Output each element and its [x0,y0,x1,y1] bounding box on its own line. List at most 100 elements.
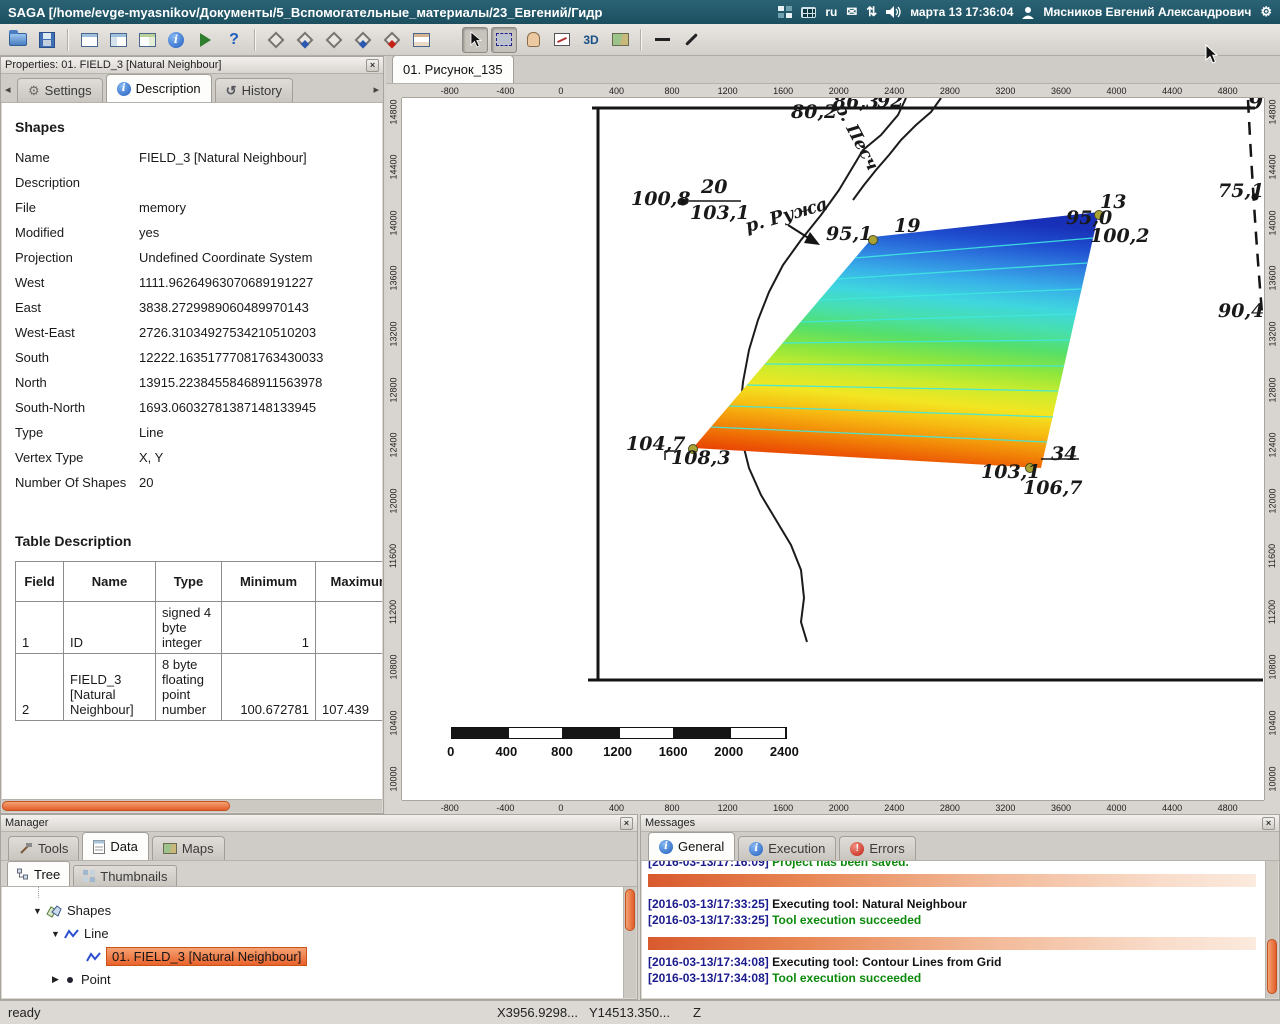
pan-tool-button[interactable] [520,27,546,53]
action-select-button[interactable] [292,27,318,53]
print-map-button[interactable] [607,27,633,53]
status-x-coordinate: X3956.9298... [497,1005,578,1020]
properties-horizontal-scrollbar[interactable] [2,799,382,812]
property-label: North [15,374,139,391]
tab-general[interactable]: i General [648,832,735,860]
map-document-tab[interactable]: 01. Рисунок_135 [392,55,514,83]
ruler-label: 2000 [811,801,867,814]
action-move-button[interactable] [263,27,289,53]
user-icon[interactable] [1022,6,1034,19]
close-icon[interactable]: × [620,817,633,830]
map-label: 108,3 [671,447,731,469]
close-icon[interactable]: × [1262,817,1275,830]
tab-scroll-right-icon[interactable]: ▸ [373,83,379,96]
tab-scroll-left-icon[interactable]: ◂ [5,83,11,96]
info-icon: i [168,32,184,48]
extent-icon [554,33,570,46]
execute-tool-button[interactable] [192,27,218,53]
show-object-properties-button[interactable] [105,27,131,53]
map-area: -800-40004008001200160020002400280032003… [386,84,1280,814]
tab-errors[interactable]: ! Errors [839,836,915,860]
ruler-label: 0 [533,801,589,814]
clock[interactable]: марта 13 17:36:04 [910,5,1013,19]
workspace-switcher-icon[interactable] [778,6,792,18]
zoom-rectangle-icon [496,33,512,46]
scalebar-label: 2000 [701,744,757,759]
ruler-label: 3200 [978,801,1034,814]
property-value: 12222.16351777081763430033 [139,349,382,366]
save-button[interactable] [34,27,60,53]
manager-tabbar: Tools Data Maps [1,832,637,861]
tab-data[interactable]: Data [82,832,148,860]
tab-history[interactable]: ↺ History [215,78,293,102]
tree-item-shapes[interactable]: ▼ Shapes [2,899,623,922]
close-icon[interactable]: × [366,59,379,72]
tab-settings[interactable]: ⚙ Settings [17,78,103,102]
gear-icon[interactable]: ⚙ [1260,4,1272,20]
toolbar-separator [640,29,642,51]
property-label: South-North [15,399,139,416]
selected-layer-label[interactable]: 01. FIELD_3 [Natural Neighbour] [106,947,307,966]
action-info-button[interactable] [321,27,347,53]
subtab-thumbnails[interactable]: Thumbnails [73,865,177,886]
tab-execution[interactable]: i Execution [738,836,836,860]
digitize-button[interactable] [678,27,704,53]
network-updown-icon[interactable]: ⇅ [866,4,877,20]
tab-description[interactable]: i Description [106,74,212,102]
tab-maps[interactable]: Maps [152,836,225,860]
property-label: Projection [15,249,139,266]
scalebar-label: 2400 [757,744,813,759]
ruler-label: 2800 [922,801,978,814]
messages-vertical-scrollbar[interactable] [1265,861,1278,998]
scrollbar-thumb[interactable] [1267,939,1277,994]
manager-panel-title: Manager [5,817,48,829]
expander-icon[interactable]: ▶ [50,974,61,985]
map-canvas[interactable]: 80,2 86,3 92 9 100,8 20 103,1 95,1 19 13… [402,98,1264,800]
manager-vertical-scrollbar[interactable] [623,887,636,998]
volume-icon[interactable] [886,6,901,18]
ruler-label: -400 [478,84,534,97]
session-user-name[interactable]: Мясников Евгений Александрович [1043,5,1251,19]
scrollbar-thumb[interactable] [625,889,635,931]
pointer-tool-button[interactable] [462,27,488,53]
measure-line-button[interactable] [649,27,675,53]
ruler-label: 10800 [389,655,399,680]
expander-icon[interactable]: ▼ [50,929,61,939]
scrollbar-thumb[interactable] [2,801,230,811]
zoom-extent-button[interactable] [549,27,575,53]
properties-window-icon [110,33,127,47]
show-manager-button[interactable] [76,27,102,53]
ruler-label: 400 [589,801,645,814]
copy-button[interactable] [379,27,405,53]
ruler-label: 12800 [1268,377,1278,402]
zoom-tool-button[interactable] [491,27,517,53]
expander-icon[interactable]: ▼ [32,906,43,916]
ruler-label: 4400 [1144,84,1200,97]
ruler-label: -400 [478,801,534,814]
action-measure-button[interactable] [350,27,376,53]
tree-item-point[interactable]: ▶ Point [2,968,623,991]
keyboard-icon[interactable] [801,7,816,18]
paste-button[interactable] [408,27,434,53]
property-label: Number Of Shapes [15,474,139,491]
view-3d-button[interactable]: 3D [578,27,604,53]
tab-tools[interactable]: Tools [8,836,79,860]
subtab-tree[interactable]: Tree [7,861,70,886]
tree-item-selected-layer[interactable]: 01. FIELD_3 [Natural Neighbour] [2,945,623,968]
property-label: Type [15,424,139,441]
tree-item-line[interactable]: ▼ Line [2,922,623,945]
open-button[interactable] [5,27,31,53]
ruler-label: 2400 [867,801,923,814]
help-button[interactable]: ? [221,27,247,53]
map-panel: 01. Рисунок_135 -800-4000400800120016002… [386,56,1280,814]
ruler-label: 1200 [700,84,756,97]
status-ready: ready [8,1005,41,1020]
ruler-label: 11600 [389,544,399,568]
show-description-button[interactable]: i [163,27,189,53]
keyboard-layout-indicator[interactable]: ru [825,5,837,19]
ruler-label: 12000 [389,488,399,513]
ruler-label: 13600 [389,266,399,291]
show-messages-button[interactable] [134,27,160,53]
mail-icon[interactable]: ✉ [846,4,857,20]
run-icon [200,33,211,47]
